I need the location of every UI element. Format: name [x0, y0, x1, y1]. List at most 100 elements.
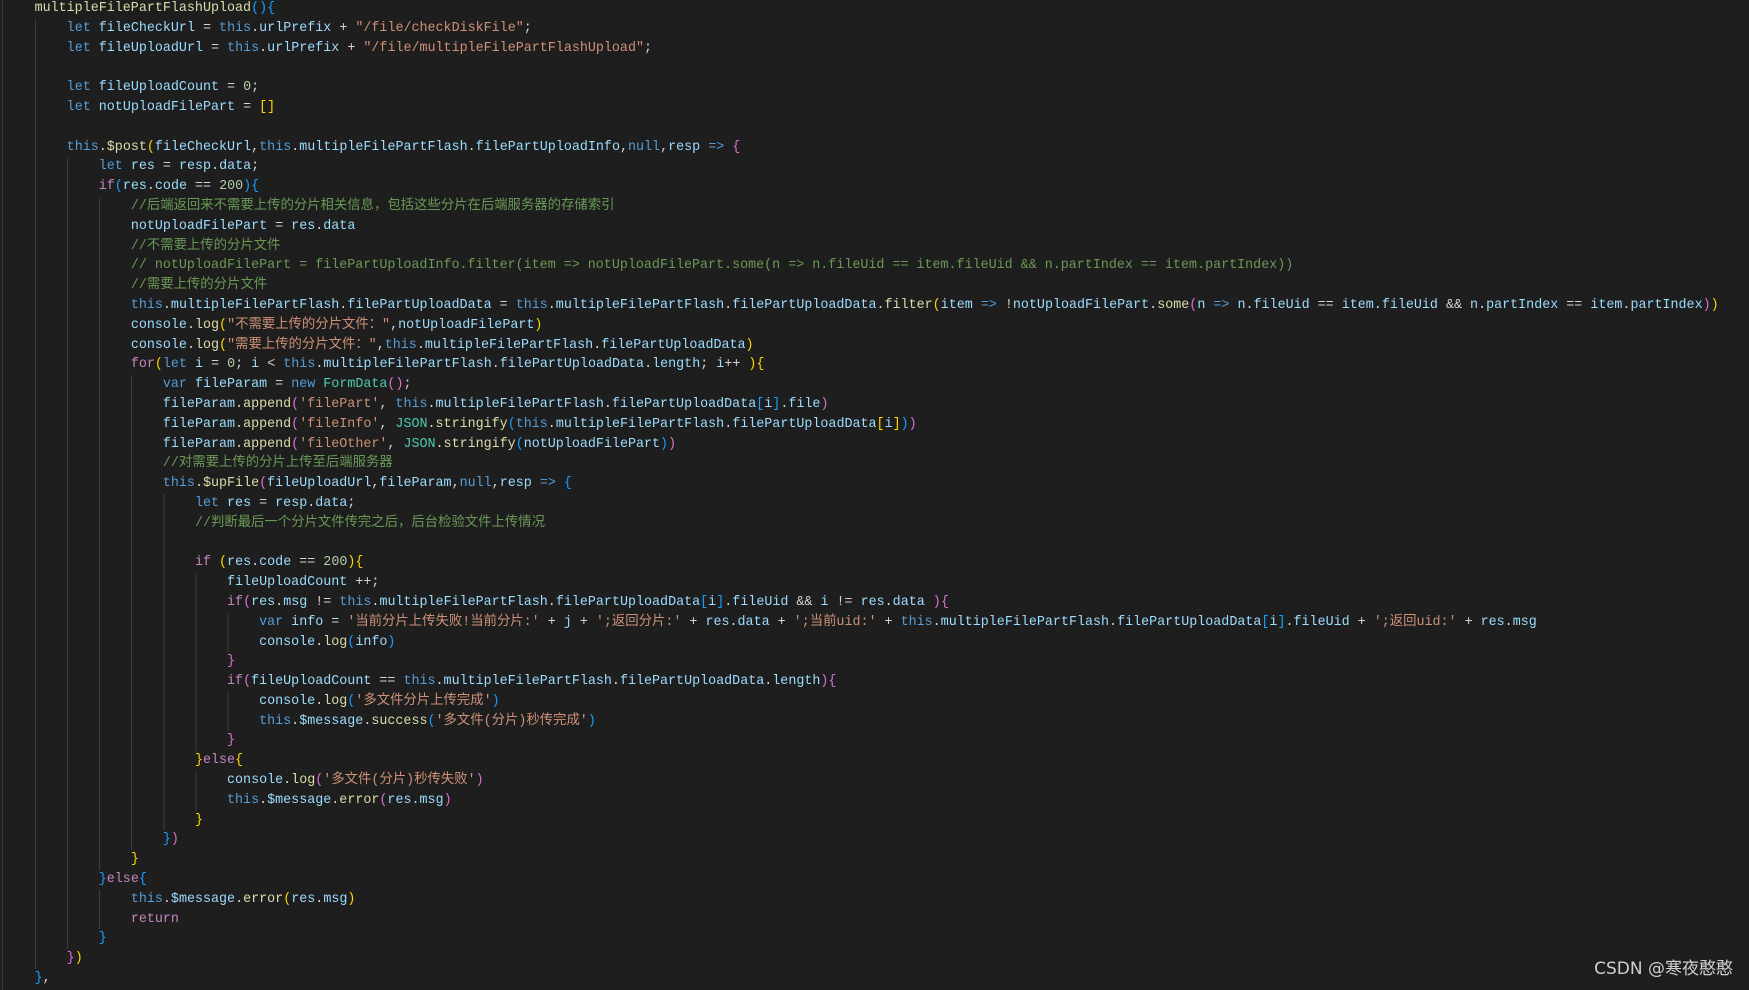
- code-token: resp: [178, 159, 212, 175]
- code-line[interactable]: let res = resp.data;: [0, 157, 1749, 178]
- code-token: .: [251, 20, 260, 36]
- code-line-text: }: [35, 852, 139, 867]
- code-line[interactable]: [0, 117, 1749, 138]
- code-token: JSON: [403, 436, 436, 452]
- code-line[interactable]: }: [0, 929, 1749, 950]
- code-line[interactable]: // notUploadFilePart = filePartUploadInf…: [0, 256, 1749, 277]
- code-line[interactable]: let notUploadFilePart = []: [0, 97, 1749, 118]
- code-token: '多文件(分片)秒传失败': [323, 773, 476, 789]
- code-line[interactable]: this.$message.error(res.msg): [0, 889, 1749, 910]
- code-line-text: //判断最后一个分片文件传完之后，后台检验文件上传情况: [35, 516, 545, 531]
- code-line[interactable]: [0, 533, 1749, 554]
- code-line[interactable]: if(fileUploadCount == this.multipleFileP…: [0, 672, 1749, 692]
- code-line[interactable]: console.log("不需要上传的分片文件：",notUploadFileP…: [0, 315, 1749, 336]
- code-line-text: let fileCheckUrl = this.urlPrefix + "/fi…: [35, 21, 532, 36]
- code-line[interactable]: },: [0, 969, 1749, 989]
- code-line[interactable]: if(res.msg != this.multipleFilePartFlash…: [0, 592, 1749, 613]
- code-line[interactable]: }: [0, 731, 1749, 752]
- code-line[interactable]: let fileUploadCount = 0;: [0, 78, 1749, 98]
- code-token: .: [644, 357, 653, 373]
- code-line[interactable]: //不需要上传的分片文件: [0, 236, 1749, 257]
- code-token: ,: [660, 139, 669, 155]
- code-line[interactable]: //判断最后一个分片文件传完之后，后台检验文件上传情况: [0, 513, 1749, 534]
- code-line[interactable]: }: [0, 652, 1749, 673]
- code-line[interactable]: console.log(info): [0, 632, 1749, 653]
- code-line-text: fileUploadCount ++;: [35, 575, 379, 590]
- code-line-text: let fileUploadUrl = this.urlPrefix + "/f…: [35, 41, 652, 56]
- code-token: for: [130, 357, 155, 373]
- code-line[interactable]: fileParam.append('fileOther', JSON.strin…: [0, 434, 1749, 455]
- code-line[interactable]: }): [0, 830, 1749, 851]
- code-token: ,: [42, 971, 51, 987]
- code-token: ;: [347, 495, 356, 511]
- code-token: .: [162, 891, 171, 907]
- code-token: log: [291, 773, 316, 789]
- code-line-text: if(res.code == 200){: [35, 179, 259, 194]
- code-line[interactable]: //需要上传的分片文件: [0, 276, 1749, 296]
- code-line[interactable]: }): [0, 949, 1749, 970]
- code-line[interactable]: fileUploadCount ++;: [0, 573, 1749, 593]
- code-line[interactable]: this.$upFile(fileUploadUrl,fileParam,nul…: [0, 474, 1749, 494]
- code-line[interactable]: this.multipleFilePartFlash.filePartUploa…: [0, 295, 1749, 316]
- code-line[interactable]: var fileParam = new FormData();: [0, 375, 1749, 395]
- code-token: msg: [419, 792, 444, 808]
- code-line[interactable]: }else{: [0, 751, 1749, 772]
- code-token: fileParam: [379, 476, 452, 492]
- code-token: +: [339, 40, 364, 56]
- code-token: msg: [283, 594, 308, 610]
- code-line[interactable]: this.$message.error(res.msg): [0, 790, 1749, 811]
- code-line[interactable]: var info = '当前分片上传失败!当前分片:' + j + ';返回分片…: [0, 612, 1749, 633]
- code-line[interactable]: multipleFilePartFlashUpload(){: [0, 0, 1749, 19]
- code-line[interactable]: console.log('多文件(分片)秒传失败'): [0, 771, 1749, 791]
- code-line[interactable]: notUploadFilePart = res.data: [0, 216, 1749, 237]
- code-token: this: [900, 614, 933, 630]
- code-token: this: [66, 139, 99, 155]
- code-line[interactable]: }: [0, 810, 1749, 831]
- code-line[interactable]: this.$post(fileCheckUrl,this.multipleFil…: [0, 137, 1749, 158]
- code-line[interactable]: let fileCheckUrl = this.urlPrefix + "/fi…: [0, 18, 1749, 39]
- code-line-text: let notUploadFilePart = []: [35, 100, 276, 115]
- code-token: .: [1109, 614, 1118, 630]
- code-token: FormData: [323, 377, 388, 393]
- code-line[interactable]: }else{: [0, 870, 1749, 890]
- code-token: this: [130, 297, 163, 313]
- code-token: }: [98, 872, 107, 888]
- code-line[interactable]: for(let i = 0; i < this.multipleFilePart…: [0, 355, 1749, 376]
- indent-guide: [34, 533, 195, 554]
- code-line[interactable]: this.$message.success('多文件(分片)秒传完成'): [0, 711, 1749, 732]
- code-line[interactable]: fileParam.append('fileInfo', JSON.string…: [0, 414, 1749, 435]
- code-line[interactable]: }: [0, 850, 1749, 871]
- code-line[interactable]: fileParam.append('filePart', this.multip…: [0, 394, 1749, 415]
- code-line-text: //不需要上传的分片文件: [35, 239, 281, 254]
- code-line[interactable]: if(res.code == 200){: [0, 177, 1749, 197]
- code-line[interactable]: //对需要上传的分片上传至后端服务器: [0, 454, 1749, 475]
- code-token: {: [828, 674, 837, 690]
- code-token: =>: [539, 476, 556, 492]
- code-line-text: fileParam.append('fileInfo', JSON.string…: [35, 417, 917, 432]
- code-token: +: [681, 614, 706, 630]
- code-line[interactable]: //后端返回来不需要上传的分片相关信息，包括这些分片在后端服务器的存储索引: [0, 196, 1749, 217]
- code-line[interactable]: let fileUploadUrl = this.urlPrefix + "/f…: [0, 38, 1749, 59]
- code-token: .: [435, 436, 444, 452]
- code-token: (: [932, 297, 941, 313]
- code-line[interactable]: console.log('多文件分片上传完成'): [0, 691, 1749, 712]
- code-editor[interactable]: multipleFilePartFlashUpload(){ let fileC…: [0, 0, 1749, 990]
- code-token: (: [146, 139, 155, 155]
- code-line[interactable]: if (res.code == 200){: [0, 553, 1749, 574]
- code-token: //判断最后一个分片文件传完之后，后台检验文件上传情况: [194, 515, 545, 531]
- code-token: n: [1470, 297, 1479, 313]
- code-token: multipleFilePartFlash: [555, 416, 725, 432]
- code-line[interactable]: let res = resp.data;: [0, 493, 1749, 514]
- code-line[interactable]: return: [0, 909, 1749, 930]
- code-token: filePartUploadInfo: [475, 139, 620, 155]
- code-token: multipleFilePartFlash: [299, 139, 468, 155]
- code-line[interactable]: console.log("需要上传的分片文件：",this.multipleFi…: [0, 335, 1749, 356]
- code-line[interactable]: [0, 58, 1749, 79]
- code-token: 'fileOther': [299, 436, 388, 452]
- code-token: (: [243, 674, 252, 690]
- code-token: '多文件分片上传完成': [355, 693, 492, 709]
- code-token: stringify: [435, 416, 508, 432]
